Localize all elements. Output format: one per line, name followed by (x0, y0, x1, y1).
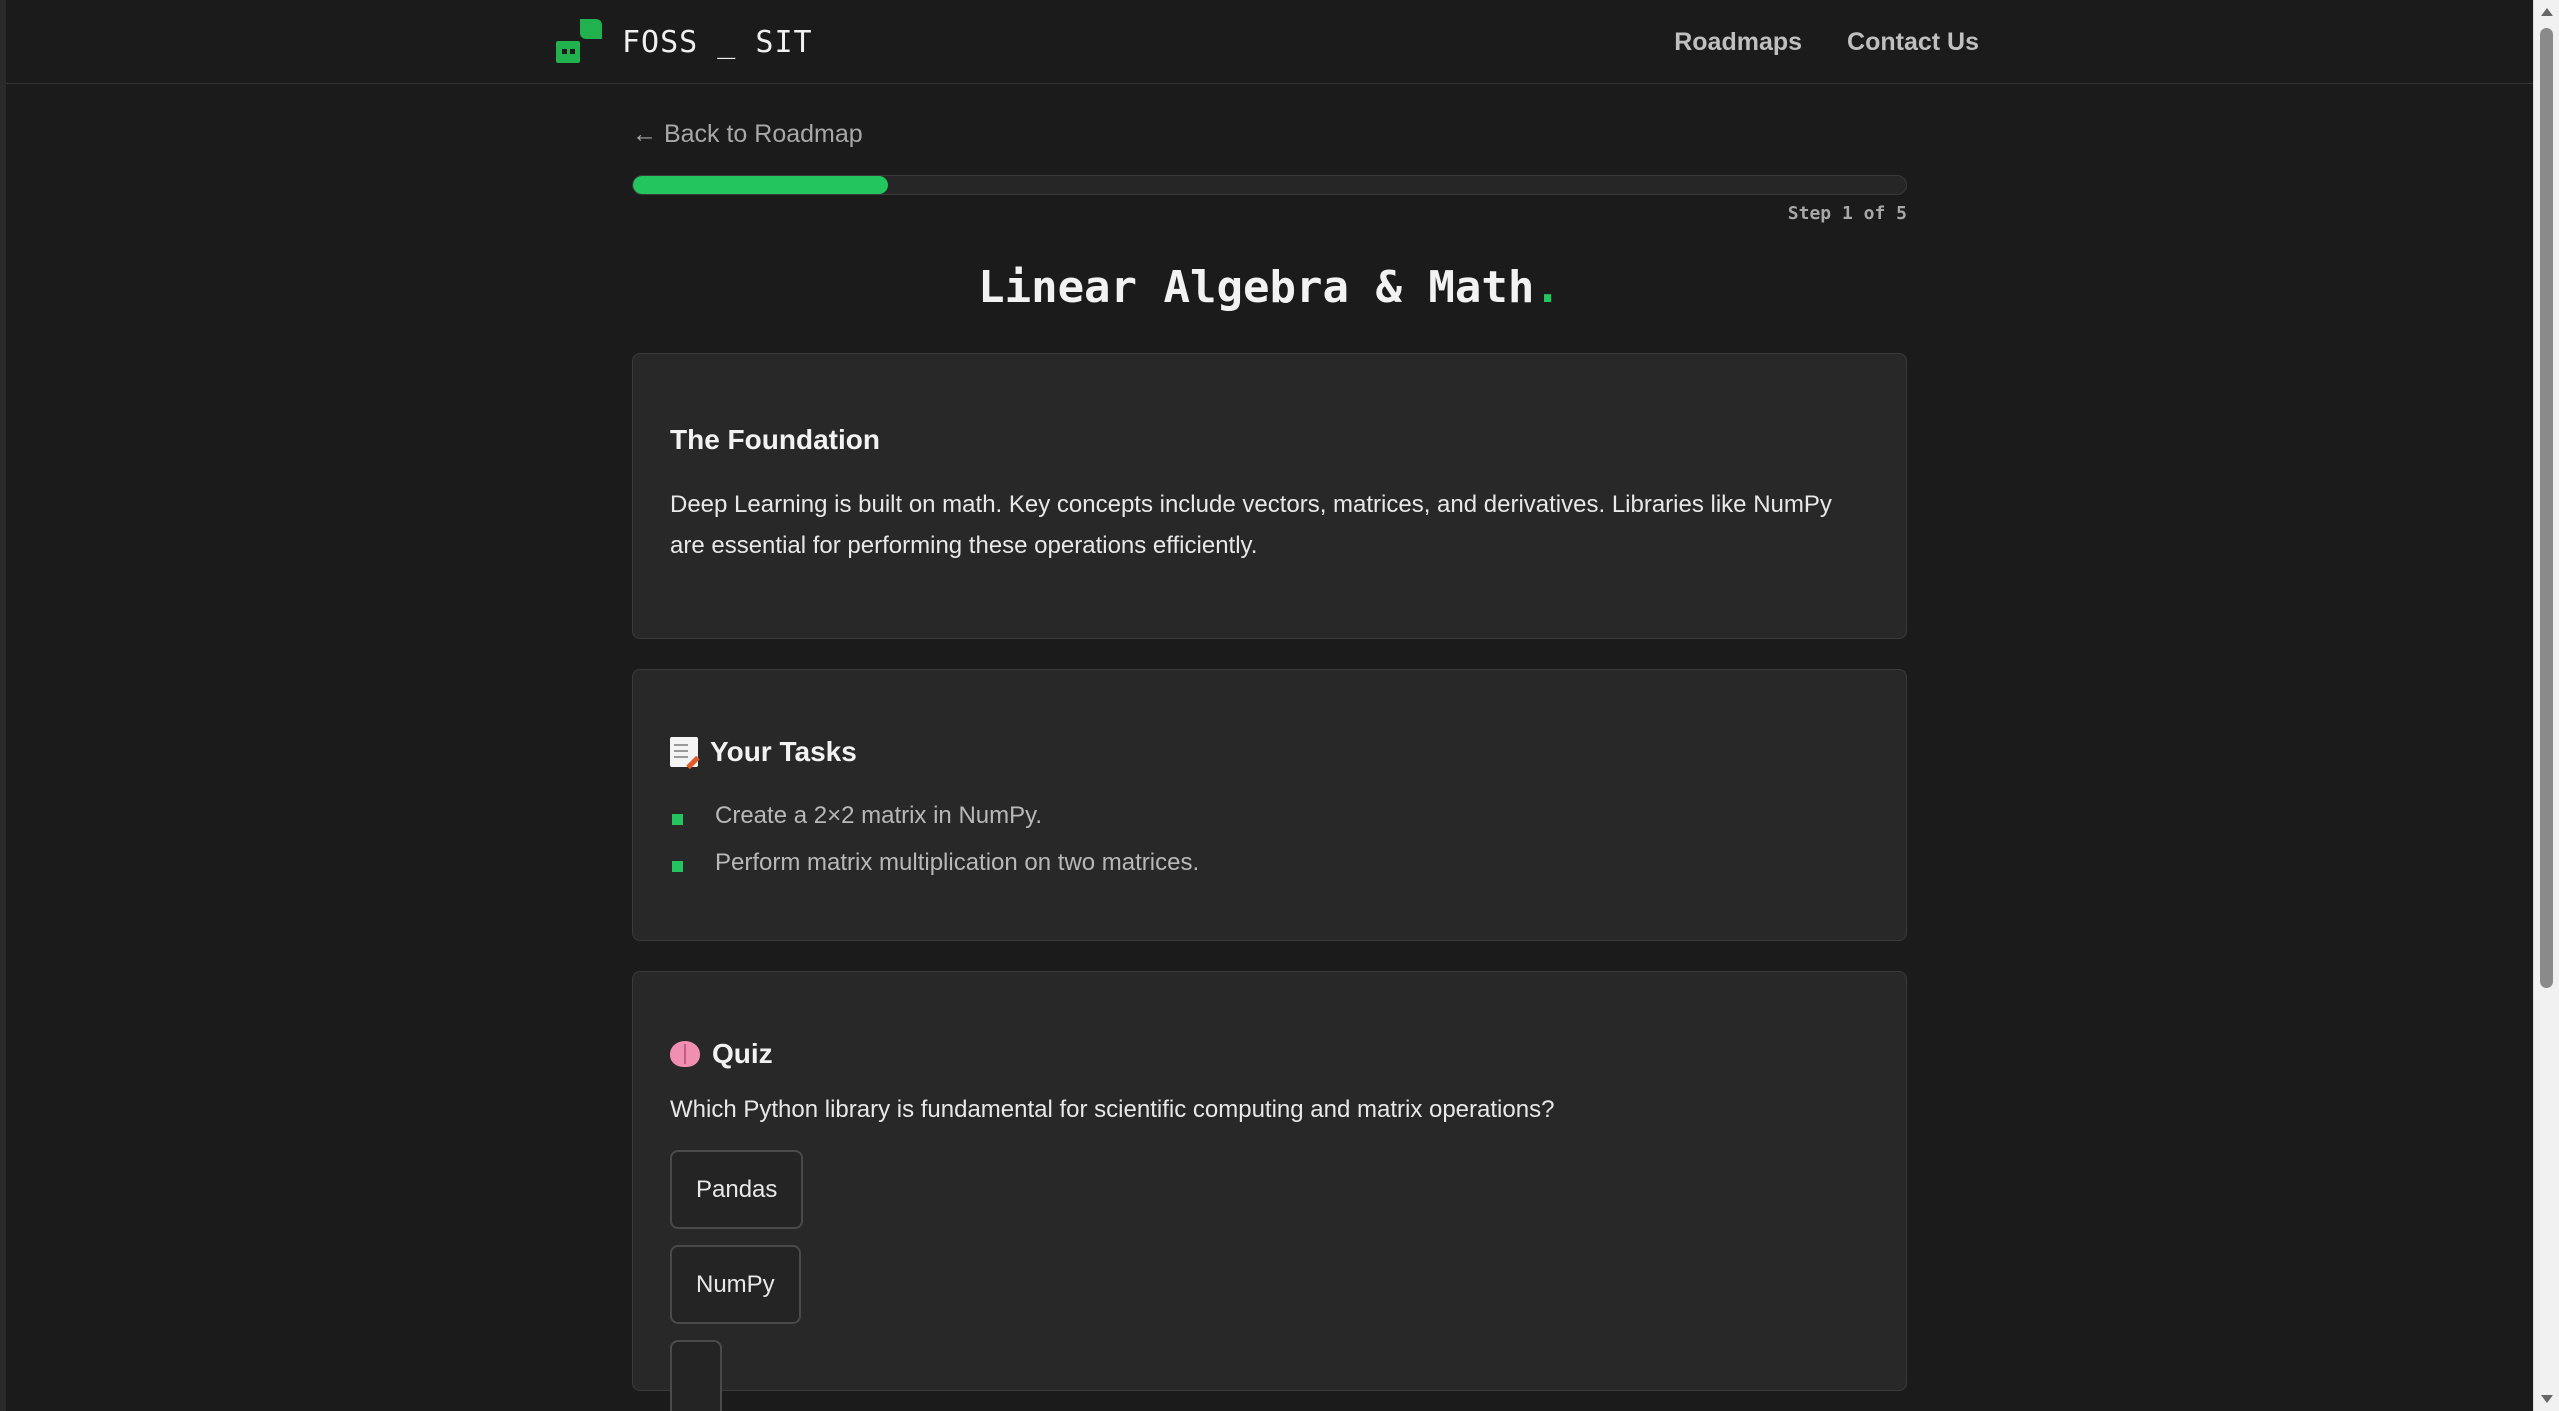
scrollbar-thumb[interactable] (2540, 28, 2553, 988)
task-text: Create a 2×2 matrix in NumPy. (715, 802, 1043, 829)
foundation-card: The Foundation Deep Learning is built on… (632, 353, 1907, 639)
title-accent-dot: . (1534, 262, 1561, 313)
nav-contact-link[interactable]: Contact Us (1847, 22, 1979, 62)
brain-icon (670, 1041, 700, 1067)
main-nav: Roadmaps Contact Us (1674, 22, 1979, 62)
task-text: Perform matrix multiplication on two mat… (715, 849, 1200, 876)
progress-fill (633, 176, 888, 194)
nav-roadmaps-link[interactable]: Roadmaps (1674, 22, 1802, 62)
foundation-heading: The Foundation (670, 424, 880, 455)
task-item: Create a 2×2 matrix in NumPy. (670, 792, 1869, 839)
quiz-option-pandas[interactable]: Pandas (670, 1150, 804, 1229)
back-to-roadmap-link[interactable]: ← Back to Roadmap (632, 120, 863, 149)
top-navbar: FOSS _ SIT Roadmaps Contact Us (6, 0, 2533, 84)
quiz-option-numpy[interactable]: NumPy (670, 1245, 801, 1324)
page-title-text: Linear Algebra & Math (978, 262, 1535, 313)
scroll-up-arrow-icon[interactable] (2541, 8, 2553, 16)
lesson-content: ← Back to Roadmap Step 1 of 5 Linear Alg… (632, 84, 1907, 1411)
scroll-down-arrow-icon[interactable] (2541, 1395, 2553, 1403)
quiz-option[interactable] (670, 1340, 722, 1411)
page-scrollbar[interactable] (2533, 0, 2559, 1411)
memo-icon (670, 737, 698, 767)
tasks-card: Your Tasks Create a 2×2 matrix in NumPy.… (632, 669, 1907, 941)
task-list: Create a 2×2 matrix in NumPy. Perform ma… (670, 792, 1869, 886)
square-bullet-icon (672, 814, 683, 825)
tasks-heading-text: Your Tasks (710, 736, 857, 767)
task-item: Perform matrix multiplication on two mat… (670, 839, 1869, 886)
quiz-heading: Quiz (670, 1038, 1869, 1070)
square-bullet-icon (672, 861, 683, 872)
foss-logo-icon (556, 19, 602, 65)
tasks-heading: Your Tasks (670, 736, 1869, 768)
foundation-body: Deep Learning is built on math. Key conc… (670, 491, 1832, 559)
brand[interactable]: FOSS _ SIT (556, 18, 813, 66)
window-edge (0, 0, 6, 1411)
step-counter: Step 1 of 5 (1787, 203, 1907, 224)
quiz-card: Quiz Which Python library is fundamental… (632, 971, 1907, 1411)
page: FOSS _ SIT Roadmaps Contact Us ← Back to… (0, 0, 2559, 1411)
brand-name: FOSS _ SIT (622, 24, 813, 60)
quiz-options: Pandas NumPy (670, 1150, 1869, 1411)
quiz-heading-text: Quiz (712, 1038, 773, 1069)
quiz-question: Which Python library is fundamental for … (670, 1096, 1555, 1123)
progress-bar (632, 175, 1907, 195)
page-title: Linear Algebra & Math. (632, 262, 1907, 313)
